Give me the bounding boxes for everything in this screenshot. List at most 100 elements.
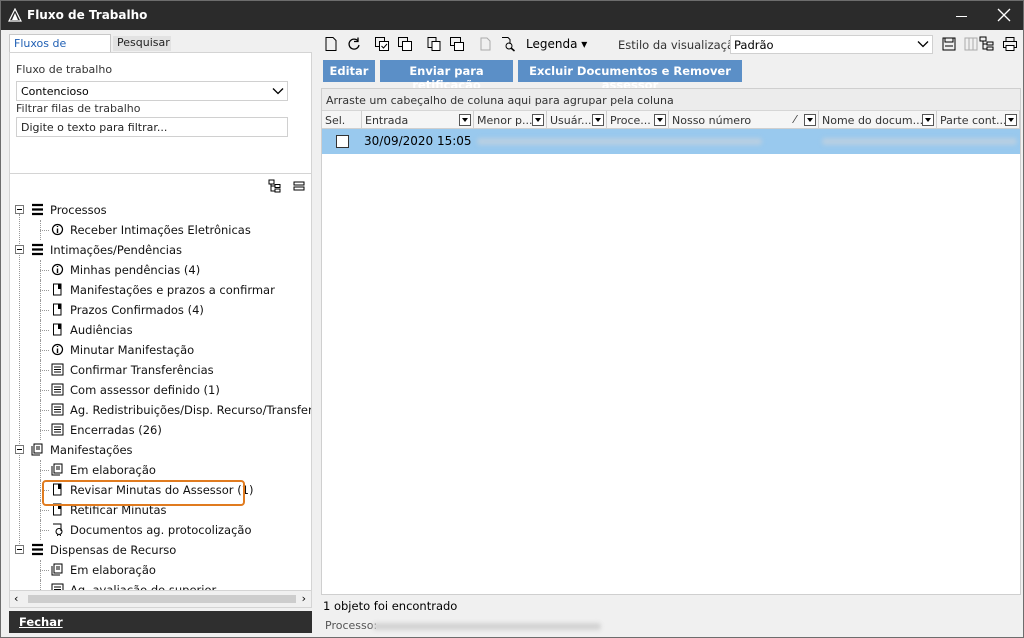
tree-node[interactable]: Minhas pendências (4) <box>10 260 311 280</box>
collapse-toggle-icon[interactable] <box>15 545 24 554</box>
redacted-text <box>477 138 762 145</box>
main-toolbar: Legenda ▾ Estilo da visualização Padrão <box>320 34 1021 56</box>
filter-input[interactable]: Digite o texto para filtrar... <box>16 117 288 137</box>
filter-label: Filtrar filas de trabalho <box>16 102 141 115</box>
collapse-toggle-icon[interactable] <box>15 205 24 214</box>
tree-layout-icon[interactable] <box>979 36 995 52</box>
tree-node[interactable]: Ag. Redistribuições/Disp. Recurso/Transf… <box>10 400 311 420</box>
tree-toolbar <box>9 174 312 198</box>
collapse-toggle-icon[interactable] <box>15 245 24 254</box>
unselect-all-icon[interactable] <box>397 36 413 52</box>
tree-node[interactable]: Receber Intimações Eletrônicas <box>10 220 311 240</box>
column-filter-icon[interactable] <box>532 114 544 126</box>
refresh-icon[interactable] <box>346 36 362 52</box>
pages-icon <box>51 463 63 476</box>
processo-label: Processo: <box>325 619 378 632</box>
tree-node[interactable]: Encerradas (26) <box>10 420 311 440</box>
save-layout-icon[interactable] <box>941 36 957 52</box>
tree-node[interactable]: Intimações/Pendências <box>10 240 311 260</box>
print-icon[interactable] <box>1002 36 1018 52</box>
column-filter-icon[interactable] <box>654 114 666 126</box>
tree-node[interactable]: Com assessor definido (1) <box>10 380 311 400</box>
column-header-usuario[interactable]: Usuár... <box>547 111 607 129</box>
tree-guide <box>40 370 49 371</box>
chevron-down-icon <box>272 88 284 95</box>
column-header-sel[interactable]: Sel. <box>322 111 362 129</box>
column-filter-icon[interactable] <box>459 114 471 126</box>
scroll-right-icon[interactable]: › <box>302 592 306 605</box>
export-icon[interactable] <box>449 36 465 52</box>
tree-node-label: Audiências <box>70 323 133 337</box>
list-icon <box>32 203 43 216</box>
edit-button[interactable]: Editar <box>323 60 375 82</box>
minimize-button[interactable] <box>943 1 979 30</box>
column-header-processo[interactable]: Proce... <box>607 111 669 129</box>
processo-footer: Processo: <box>325 619 601 632</box>
tree-node[interactable]: Prazos Confirmados (4) <box>10 300 311 320</box>
tree-node[interactable]: Documentos ag. protocolização <box>10 520 311 540</box>
tree-node[interactable]: Em elaboração <box>10 560 311 580</box>
tree-node[interactable]: Processos <box>10 200 311 220</box>
tree-node[interactable]: Confirmar Transferências <box>10 360 311 380</box>
view-style-select[interactable]: Padrão <box>730 35 933 54</box>
form-icon <box>51 383 64 396</box>
column-header-entrada[interactable]: Entrada <box>362 111 474 129</box>
legend-dropdown[interactable]: Legenda ▾ <box>526 37 587 51</box>
close-panel-button[interactable]: Fechar <box>9 611 312 633</box>
list-icon <box>32 543 43 556</box>
delete-documents-button[interactable]: Excluir Documentos e Remover assessor <box>518 60 742 92</box>
column-header-nosso-numero[interactable]: Nosso número ⁄ <box>669 111 819 129</box>
tab-pesquisar[interactable]: Pesquisar <box>113 36 171 51</box>
tree-node[interactable]: Manifestações <box>10 440 311 460</box>
tree-guide <box>40 560 41 580</box>
search-document-icon[interactable] <box>500 36 516 52</box>
redacted-text <box>822 138 1017 145</box>
copy-document-icon[interactable] <box>426 36 442 52</box>
scroll-thumb[interactable] <box>28 595 296 603</box>
list-icon <box>32 243 43 256</box>
column-filter-icon[interactable] <box>922 114 934 126</box>
row-select-checkbox[interactable] <box>336 135 349 148</box>
expand-tree-icon[interactable] <box>268 179 282 193</box>
tree-node-label: Encerradas (26) <box>70 423 162 437</box>
column-header-nome-documento[interactable]: Nome do docum... <box>819 111 937 129</box>
new-document-icon[interactable] <box>323 36 339 52</box>
column-filter-icon[interactable] <box>804 114 816 126</box>
tree-guide <box>40 410 49 411</box>
flow-select[interactable]: Contencioso <box>16 81 288 101</box>
collapse-toggle-icon[interactable] <box>15 445 24 454</box>
tree-guide <box>40 390 49 391</box>
tree-guide <box>40 570 49 571</box>
send-rectification-button[interactable]: Enviar para retificação <box>380 60 513 92</box>
tree-node-label: Confirmar Transferências <box>70 363 214 377</box>
main-window: Fluxo de Trabalho Fluxos de trabalho Pes… <box>0 0 1024 638</box>
close-button[interactable] <box>986 1 1022 30</box>
tree-guide <box>40 500 41 520</box>
collapse-tree-icon[interactable] <box>292 179 306 193</box>
tree-node[interactable]: Minutar Manifestação <box>10 340 311 360</box>
tree-node[interactable]: Em elaboração <box>10 460 311 480</box>
column-header-parte-contraria[interactable]: Parte cont... <box>937 111 1020 129</box>
attach-icon[interactable] <box>477 36 493 52</box>
tree-node[interactable]: Dispensas de Recurso <box>10 540 311 560</box>
tree-node[interactable]: Ag. avaliação do superior <box>10 580 311 590</box>
tree-node[interactable]: Manifestações e prazos a confirmar <box>10 280 311 300</box>
select-all-icon[interactable] <box>374 36 390 52</box>
flow-label: Fluxo de trabalho <box>16 63 113 76</box>
tree-horizontal-scrollbar[interactable]: ‹ › <box>9 591 312 608</box>
document-icon <box>53 283 62 296</box>
tree-node[interactable]: Audiências <box>10 320 311 340</box>
tree-node-label: Com assessor definido (1) <box>70 383 220 397</box>
tree-guide <box>40 330 49 331</box>
tree-node-label: Manifestações <box>50 443 133 457</box>
group-by-area[interactable]: Arraste um cabeçalho de coluna aqui para… <box>322 89 1020 111</box>
column-header-menor-prazo[interactable]: Menor p... <box>474 111 547 129</box>
column-filter-icon[interactable] <box>592 114 604 126</box>
tree-guide <box>40 530 49 531</box>
tree-guide <box>40 230 49 231</box>
column-filter-icon[interactable] <box>1005 114 1017 126</box>
columns-icon[interactable] <box>963 36 979 52</box>
table-row[interactable]: 30/09/2020 15:05 <box>322 129 1020 154</box>
tab-fluxos-de-trabalho[interactable]: Fluxos de trabalho <box>9 34 111 63</box>
scroll-left-icon[interactable]: ‹ <box>14 592 18 605</box>
